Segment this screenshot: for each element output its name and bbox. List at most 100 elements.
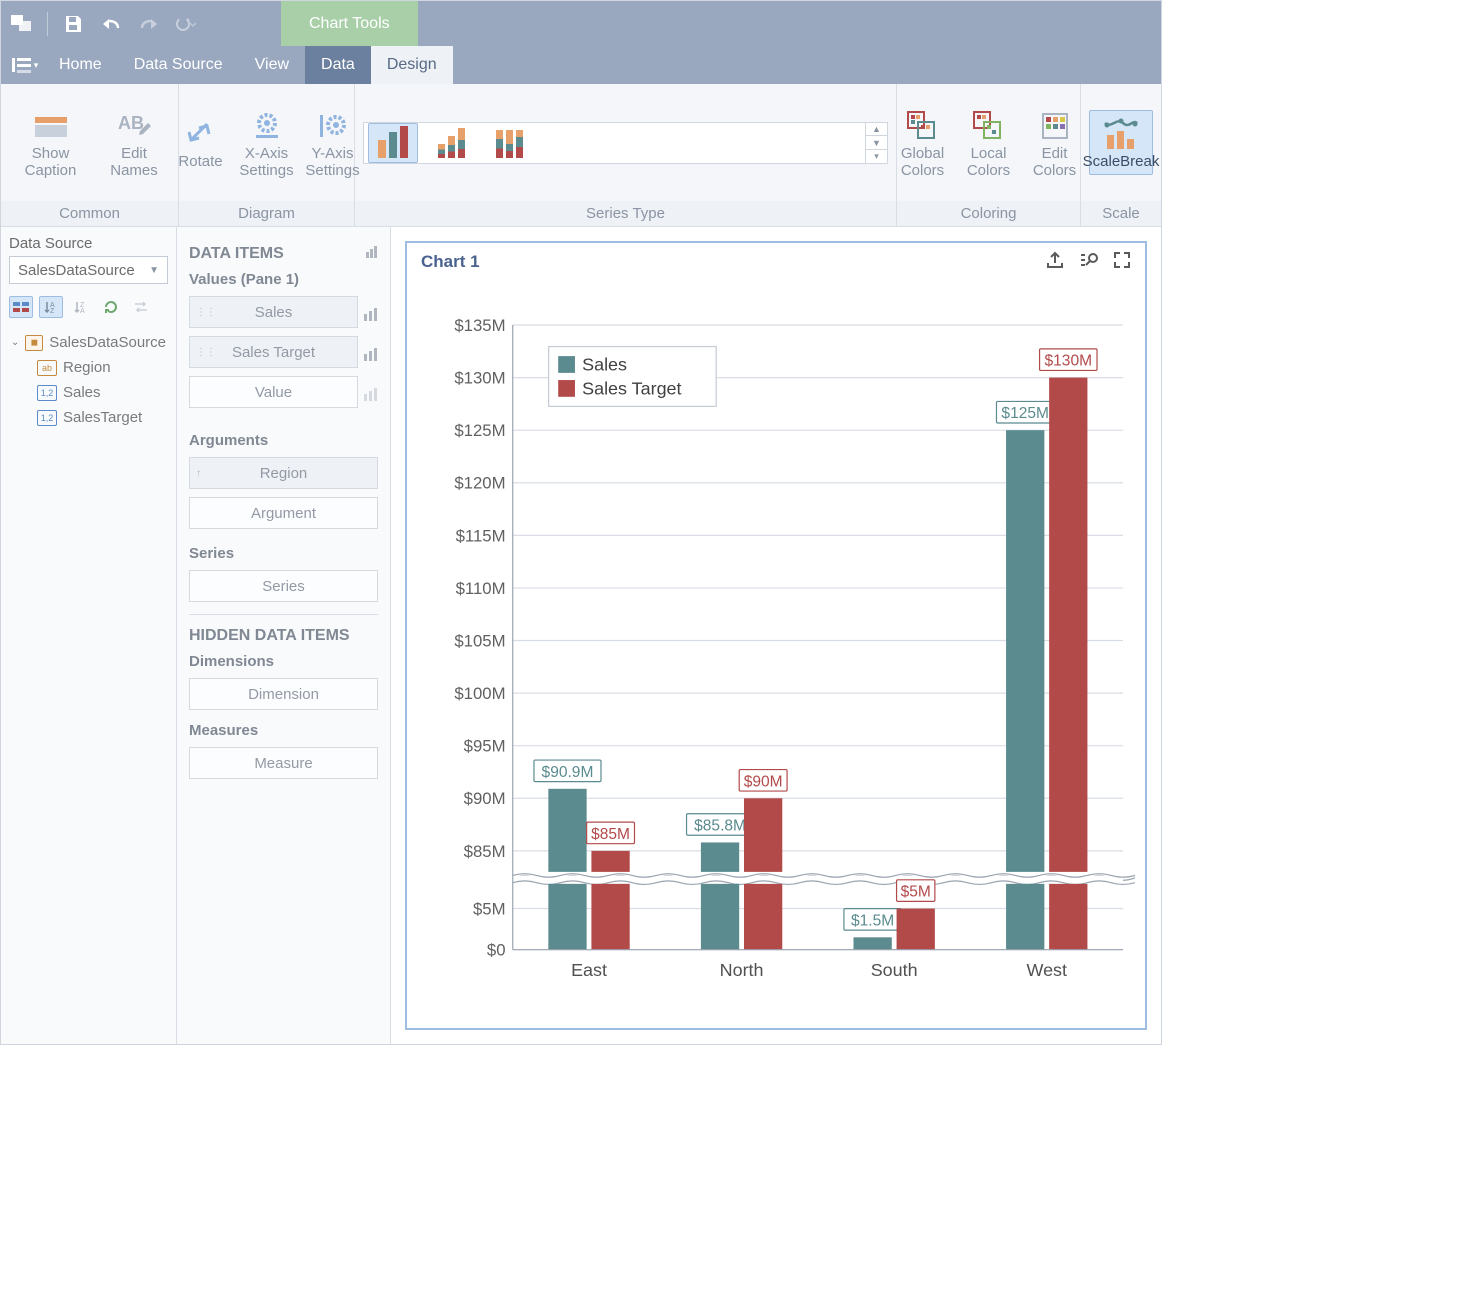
svg-text:$120M: $120M <box>454 474 505 493</box>
svg-text:A: A <box>80 308 85 314</box>
svg-text:$85.8M: $85.8M <box>694 817 746 834</box>
gallery-expand-icon[interactable]: ▾ <box>866 150 887 163</box>
ribbon-group-diagram: Diagram <box>179 201 354 226</box>
argument-slot-region[interactable]: ↑Region <box>189 457 378 489</box>
series-title: Series <box>189 545 378 562</box>
chart-box[interactable]: Chart 1 $135M$130M$125M$120M$115M$110M$1… <box>405 241 1147 1030</box>
svg-text:$85M: $85M <box>464 842 506 861</box>
series-thumb-bar[interactable] <box>368 123 418 163</box>
export-icon[interactable] <box>1045 251 1065 273</box>
chart-title: Chart 1 <box>421 252 480 272</box>
scalebreak-button[interactable]: ScaleBreak <box>1089 110 1153 175</box>
sort-za-button[interactable]: ZA <box>69 296 93 318</box>
chevron-down-icon: ▼ <box>149 265 159 276</box>
svg-text:AB: AB <box>118 113 144 133</box>
refresh-button[interactable] <box>99 296 123 318</box>
edit-names-icon: AB <box>116 107 152 145</box>
undo-icon[interactable] <box>98 11 124 37</box>
ribbon-group-common: Common <box>1 201 178 226</box>
ribbon-group-scale: Scale <box>1081 201 1161 226</box>
svg-text:$90.9M: $90.9M <box>542 764 594 781</box>
svg-text:South: South <box>871 960 918 980</box>
gear-y-icon <box>318 107 348 145</box>
svg-text:Z: Z <box>50 308 55 314</box>
menu-list-icon[interactable]: ▾ <box>7 46 43 84</box>
gallery-down-icon[interactable]: ▼ <box>866 136 887 150</box>
ribbon-group-coloring: Coloring <box>897 201 1080 226</box>
app-window: Chart Tools ▾ Home Data Source View Data… <box>0 0 1162 1045</box>
svg-text:West: West <box>1026 960 1067 980</box>
dimensions-title: Dimensions <box>189 653 378 670</box>
measure-slot[interactable]: Measure <box>189 747 378 779</box>
value-slot-sales-target[interactable]: ⋮⋮Sales Target <box>189 336 358 368</box>
bars-icon[interactable] <box>364 307 378 325</box>
dimension-slot[interactable]: Dimension <box>189 678 378 710</box>
series-thumb-fullstacked[interactable] <box>484 123 534 163</box>
values-pane-title: Values (Pane 1) <box>189 271 378 288</box>
global-colors-button[interactable]: Global Colors <box>893 102 953 184</box>
tab-data[interactable]: Data <box>305 46 371 84</box>
svg-text:$95M: $95M <box>464 737 506 756</box>
mini-bars-icon <box>366 245 378 263</box>
svg-text:$125M: $125M <box>1001 405 1049 422</box>
gallery-up-icon[interactable]: ▲ <box>866 123 887 137</box>
field-salestarget[interactable]: 1,2SalesTarget <box>9 405 168 430</box>
filter-icon[interactable] <box>1079 251 1099 273</box>
svg-text:Sales Target: Sales Target <box>582 378 681 398</box>
sort-az-button[interactable]: AZ <box>39 296 63 318</box>
value-slot-empty[interactable]: Value <box>189 376 358 408</box>
bars-icon[interactable] <box>364 347 378 365</box>
chart-area: Chart 1 $135M$130M$125M$120M$115M$110M$1… <box>391 227 1161 1044</box>
titlebar: Chart Tools <box>1 1 1161 46</box>
redo-icon[interactable] <box>136 11 162 37</box>
svg-text:$5M: $5M <box>901 884 931 901</box>
field-sales[interactable]: 1,2Sales <box>9 380 168 405</box>
save-icon[interactable] <box>60 11 86 37</box>
main-area: Data Source SalesDataSource ▼ AZ ZA ⌄ ◼ … <box>1 227 1161 1044</box>
field-region[interactable]: abRegion <box>9 355 168 380</box>
svg-text:$110M: $110M <box>456 579 506 598</box>
group-by-type-button[interactable] <box>9 296 33 318</box>
svg-text:Sales: Sales <box>582 354 627 374</box>
series-slot[interactable]: Series <box>189 570 378 602</box>
rotate-button[interactable]: Rotate <box>171 110 231 175</box>
chart-svg: $135M$130M$125M$120M$115M$110M$105M$100M… <box>417 283 1135 1018</box>
global-colors-icon <box>906 107 940 145</box>
edit-colors-button[interactable]: Edit Colors <box>1025 102 1085 184</box>
datasource-icon: ◼ <box>25 335 43 351</box>
series-thumb-stacked[interactable] <box>426 123 476 163</box>
tab-design[interactable]: Design <box>371 46 453 84</box>
tree-root[interactable]: ⌄ ◼ SalesDataSource <box>9 330 168 355</box>
xaxis-settings-button[interactable]: X-Axis Settings <box>237 102 297 184</box>
argument-slot-empty[interactable]: Argument <box>189 497 378 529</box>
series-type-gallery[interactable]: ▲ ▼ ▾ <box>363 122 888 164</box>
sidebar-data-items: DATA ITEMS Values (Pane 1) ⋮⋮Sales ⋮⋮Sal… <box>177 227 391 1044</box>
yaxis-settings-button[interactable]: Y-Axis Settings <box>303 102 363 184</box>
data-source-combo[interactable]: SalesDataSource ▼ <box>9 256 168 284</box>
chevron-down-icon: ⌄ <box>11 337 19 348</box>
sidebar-data-source: Data Source SalesDataSource ▼ AZ ZA ⌄ ◼ … <box>1 227 177 1044</box>
ribbon-group-series-type: Series Type <box>355 201 896 226</box>
data-source-label: Data Source <box>9 235 168 252</box>
rotate-icon <box>185 115 217 153</box>
tab-home[interactable]: Home <box>43 46 118 84</box>
show-caption-button[interactable]: Show Caption <box>9 102 92 184</box>
swap-button[interactable] <box>129 296 153 318</box>
refresh-dropdown-icon[interactable] <box>174 11 200 37</box>
hidden-items-title: HIDDEN DATA ITEMS <box>189 627 378 645</box>
svg-text:$90M: $90M <box>464 789 506 808</box>
tab-data-source[interactable]: Data Source <box>118 46 239 84</box>
scalebreak-icon <box>1101 115 1141 153</box>
svg-text:$100M: $100M <box>454 684 505 703</box>
edit-names-button[interactable]: AB Edit Names <box>98 102 170 184</box>
svg-text:East: East <box>571 960 607 980</box>
local-colors-icon <box>972 107 1006 145</box>
edit-colors-icon <box>1040 107 1070 145</box>
svg-text:$135M: $135M <box>454 316 505 335</box>
local-colors-button[interactable]: Local Colors <box>959 102 1019 184</box>
maximize-icon[interactable] <box>1113 251 1131 273</box>
tab-view[interactable]: View <box>239 46 305 84</box>
bars-icon[interactable] <box>364 387 378 405</box>
value-slot-sales[interactable]: ⋮⋮Sales <box>189 296 358 328</box>
caption-icon <box>31 107 71 145</box>
